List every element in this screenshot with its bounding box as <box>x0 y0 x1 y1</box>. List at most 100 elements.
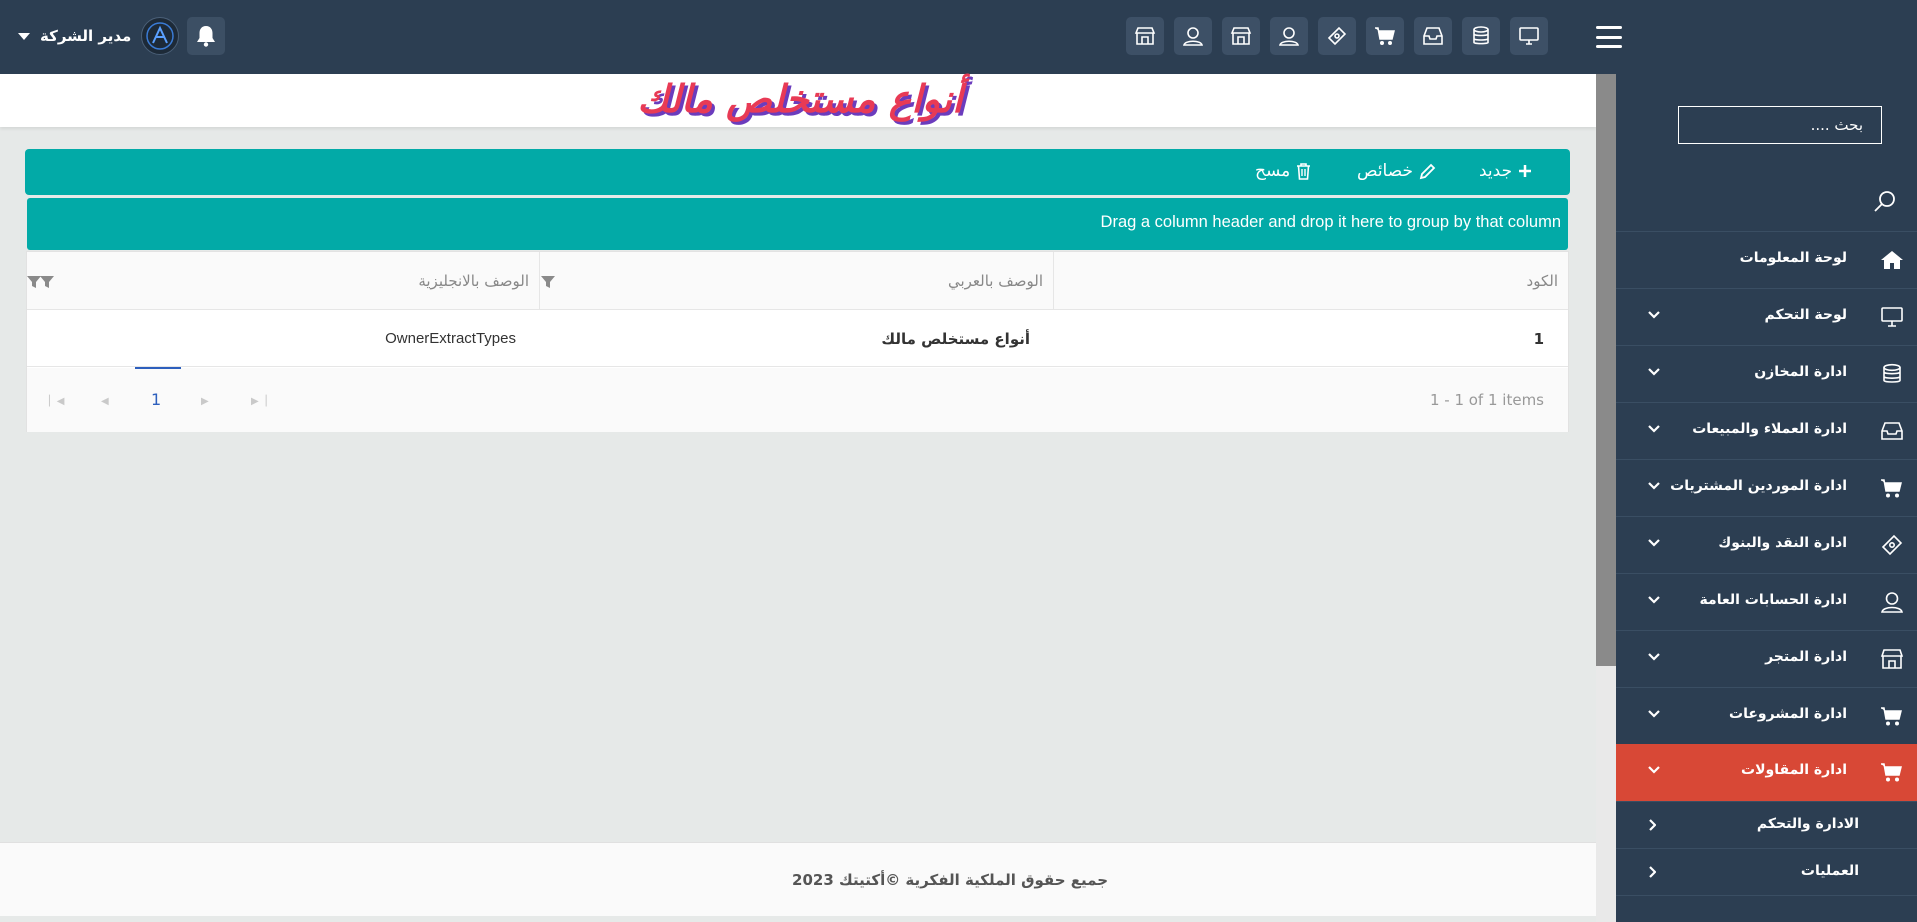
data-grid: الكود الوصف بالعربي الوصف بالانجليزية 1 … <box>26 251 1569 432</box>
filter-icon[interactable] <box>39 274 55 290</box>
sidebar-item-label: ادارة المقاولات <box>1741 762 1847 778</box>
chevron-down-icon <box>1648 425 1660 433</box>
pencil-icon <box>1419 163 1436 179</box>
grid-toolbar: جديد خصائص مسح <box>25 149 1570 195</box>
bell-icon <box>197 26 216 47</box>
sidebar-item-general-accounts[interactable]: ادارة الحسابات العامة <box>1616 573 1917 630</box>
monitor-icon[interactable] <box>1510 17 1548 55</box>
cart-icon[interactable] <box>1366 17 1404 55</box>
sidebar-item-contracting[interactable]: ادارة المقاولات <box>1616 744 1917 801</box>
sidebar-subitem-operations[interactable]: العمليات <box>1616 848 1917 895</box>
sidebar-item-label: ادارة الحسابات العامة <box>1699 592 1847 608</box>
sidebar-item-label: لوحة المعلومات <box>1739 250 1847 266</box>
top-header: مدير الشركة <box>0 0 1917 74</box>
next-page-icon[interactable]: ▶ <box>201 396 209 407</box>
sidebar: بحث .... لوحة المعلومات لوحة التحكم ادار… <box>1616 74 1917 922</box>
cart-icon <box>1879 704 1905 728</box>
store-icon[interactable] <box>1126 17 1164 55</box>
delete-button[interactable]: مسح <box>1255 161 1311 181</box>
chevron-down-icon <box>1648 539 1660 547</box>
sidebar-item-label: ادارة الموردين المشتريات <box>1670 478 1847 494</box>
chevron-down-icon <box>1648 482 1660 490</box>
last-page-icon[interactable]: ▶▕ <box>251 396 266 407</box>
database-icon[interactable] <box>1462 17 1500 55</box>
menu-toggle-button[interactable] <box>1596 26 1622 48</box>
caret-down-icon[interactable] <box>18 32 30 40</box>
home-icon <box>1879 248 1905 272</box>
group-drop-area[interactable]: Drag a column header and drop it here to… <box>27 198 1568 250</box>
monitor-icon <box>1879 305 1905 329</box>
user-icon[interactable] <box>1174 17 1212 55</box>
database-icon <box>1879 362 1905 386</box>
sidebar-item-label: لوحة التحكم <box>1764 307 1847 323</box>
column-header-english[interactable]: الوصف بالانجليزية <box>26 252 539 310</box>
column-header-code[interactable]: الكود <box>1053 252 1568 310</box>
pager-info: 1 - 1 of 1 items <box>1429 391 1544 409</box>
delete-button-label: مسح <box>1255 161 1291 181</box>
scrollbar-thumb[interactable] <box>1596 74 1616 666</box>
grid-pager: ▏◀ ◀ 1 ▶ ▶▕ 1 - 1 of 1 items <box>27 367 1568 432</box>
prev-page-icon[interactable]: ◀ <box>101 396 109 407</box>
chevron-down-icon <box>1648 596 1660 604</box>
avatar[interactable] <box>141 17 180 55</box>
first-page-icon[interactable]: ▏◀ <box>49 396 64 407</box>
notifications-button[interactable] <box>187 17 226 55</box>
sidebar-item-warehouses[interactable]: ادارة المخازن <box>1616 345 1917 402</box>
chevron-down-icon <box>1648 311 1660 319</box>
inbox-icon[interactable] <box>1414 17 1452 55</box>
inbox-icon <box>1879 419 1905 443</box>
pager-underline <box>135 367 181 369</box>
sidebar-item-projects[interactable]: ادارة المشروعات <box>1616 687 1917 744</box>
sidebar-item-label: ادارة المشروعات <box>1729 706 1847 722</box>
column-header-label: الوصف بالانجليزية <box>418 272 529 290</box>
new-button[interactable]: جديد <box>1479 161 1532 181</box>
sidebar-item-control-panel[interactable]: لوحة التحكم <box>1616 288 1917 345</box>
chevron-down-icon <box>1648 368 1660 376</box>
new-button-label: جديد <box>1479 161 1513 181</box>
chevron-down-icon <box>1648 710 1660 718</box>
table-row[interactable]: 1 أنواع مستخلص مالك OwnerExtractTypes <box>27 310 1568 367</box>
page-title: أنواع مستخلص مالك <box>637 77 963 121</box>
sidebar-subitem-label: العمليات <box>1800 863 1859 879</box>
sidebar-subitem-partial[interactable] <box>1616 895 1917 922</box>
cart-icon <box>1879 760 1905 784</box>
sidebar-item-cash-banks[interactable]: ادارة النقد والبنوك <box>1616 516 1917 573</box>
page-title-bar: أنواع مستخلص مالك <box>0 74 1596 127</box>
sidebar-item-suppliers-purchases[interactable]: ادارة الموردين المشتريات <box>1616 459 1917 516</box>
footer: جميع حقوق الملكية الفكرية ©أكتيتك 2023 <box>0 842 1596 916</box>
filter-icon[interactable] <box>540 274 556 290</box>
sidebar-item-label: ادارة المخازن <box>1754 364 1847 380</box>
store-icon <box>1879 647 1905 671</box>
copyright-text: جميع حقوق الملكية الفكرية ©أكتيتك 2023 <box>792 871 1108 889</box>
chevron-left-icon <box>1649 819 1656 831</box>
properties-button[interactable]: خصائص <box>1357 161 1436 181</box>
money-icon[interactable] <box>1318 17 1356 55</box>
search-input[interactable]: بحث .... <box>1678 106 1882 144</box>
quick-access-toolbar <box>1126 17 1548 55</box>
column-header-label: الكود <box>1526 272 1558 290</box>
column-header-label: الوصف بالعربي <box>947 272 1043 290</box>
column-header-arabic[interactable]: الوصف بالعربي <box>539 252 1053 310</box>
cell-arabic: أنواع مستخلص مالك <box>881 330 1030 348</box>
sidebar-subitem-label: الادارة والتحكم <box>1756 816 1859 832</box>
properties-button-label: خصائص <box>1357 161 1413 181</box>
sidebar-subitem-management[interactable]: الادارة والتحكم <box>1616 801 1917 848</box>
sidebar-item-store[interactable]: ادارة المتجر <box>1616 630 1917 687</box>
store-icon[interactable] <box>1222 17 1260 55</box>
grid-header: الكود الوصف بالعربي الوصف بالانجليزية <box>27 252 1568 310</box>
user-icon <box>1879 590 1905 614</box>
cell-english: OwnerExtractTypes <box>385 330 516 347</box>
trash-icon <box>1297 162 1311 180</box>
plus-icon <box>1519 165 1532 177</box>
user-icon[interactable] <box>1270 17 1308 55</box>
page-number[interactable]: 1 <box>151 390 161 409</box>
cart-icon <box>1879 476 1905 500</box>
sidebar-item-customers-sales[interactable]: ادارة العملاء والمبيعات <box>1616 402 1917 459</box>
user-menu[interactable]: مدير الشركة <box>18 17 226 55</box>
sidebar-item-label: ادارة العملاء والمبيعات <box>1692 421 1847 437</box>
search-icon[interactable] <box>1872 188 1898 214</box>
sidebar-item-dashboard[interactable]: لوحة المعلومات <box>1616 231 1917 288</box>
chevron-down-icon <box>1648 653 1660 661</box>
user-name[interactable]: مدير الشركة <box>40 27 131 45</box>
sidebar-item-label: ادارة المتجر <box>1765 649 1847 665</box>
